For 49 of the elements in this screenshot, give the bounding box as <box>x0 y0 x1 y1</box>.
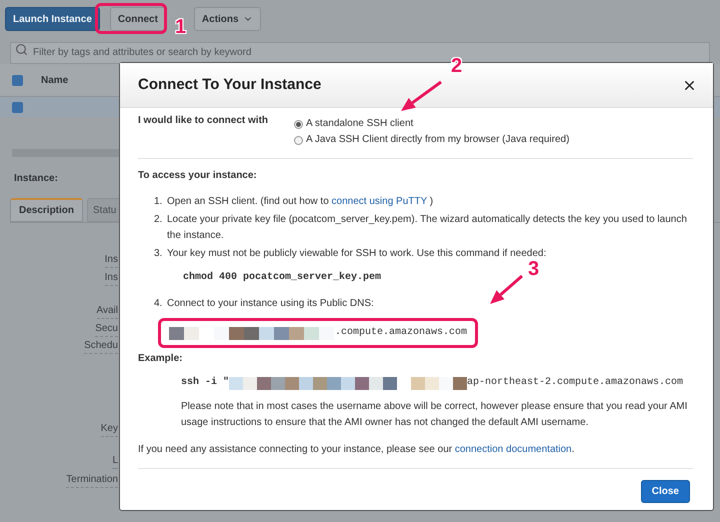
toolbar-button[interactable]: Connect <box>110 7 166 31</box>
dns-text: .compute.amazonaws.com <box>335 326 468 340</box>
radio-button[interactable] <box>294 120 304 128</box>
step-text: Locate your private key file (pocatcom_server_key.pem). The wizard automatically detects the key you used to launch the instance. <box>167 213 688 243</box>
instance-label: Instance: <box>14 172 58 186</box>
field-label: Ins <box>104 270 118 286</box>
field-label: Key <box>100 421 118 437</box>
step-number: 3. <box>154 247 164 261</box>
checkbox[interactable] <box>12 102 23 112</box>
tab[interactable]: Statu <box>87 198 122 222</box>
ami-note: Please note that in most cases the username above will be correct, however please ensure that you read your AMI usage instructions to ensure that the AMI owner has not changed the default AMI username. <box>181 400 688 430</box>
help-text: If you need any assistance connecting to your instance, please see our connection documentation. <box>138 443 576 457</box>
close-button[interactable]: Close <box>640 480 690 503</box>
step-number: 1. <box>154 195 164 209</box>
field-label: Ins <box>104 252 118 268</box>
field-label: Schedu <box>84 338 118 354</box>
arrow <box>401 80 442 111</box>
step-number: 2. <box>154 213 164 227</box>
highlight-frame <box>95 3 167 34</box>
putty-link[interactable]: connect using PuTTY <box>332 196 427 207</box>
scrollbar[interactable] <box>12 149 119 157</box>
field-label: L <box>112 453 118 469</box>
annotation-number: 1 <box>175 17 186 37</box>
annotation-number: 3 <box>528 259 540 279</box>
step-text: Connect to your instance using its Public DNS: <box>167 297 374 311</box>
section-heading: To access your instance: <box>138 169 258 183</box>
toolbar-button[interactable]: Launch Instance <box>5 7 100 31</box>
step-number: 4. <box>154 297 164 311</box>
ssh-command-host: ap-northeast-2.compute.amazonaws.com <box>467 376 684 390</box>
radio-option[interactable]: A standalone SSH client <box>294 116 570 132</box>
connect-prompt: I would like to connect with <box>138 114 268 128</box>
command-text: chmod 400 pocatcom_server_key.pem <box>183 270 382 285</box>
step-text: Your key must not be publicly viewable for SSH to work. Use this command if needed: <box>167 247 546 261</box>
actions-dropdown[interactable]: Actions <box>194 7 261 31</box>
example-heading: Example: <box>138 352 184 366</box>
column-header[interactable]: Name <box>41 72 68 88</box>
arrow <box>490 274 523 304</box>
ssh-command-start: ssh -i " <box>181 376 230 390</box>
documentation-link[interactable]: connection documentation <box>454 444 572 455</box>
field-label: Secu <box>95 321 118 337</box>
field-label: Termination <box>66 472 118 488</box>
radio-option[interactable]: A Java SSH Client directly from my browser (Java required) <box>294 132 570 148</box>
search-icon <box>15 43 28 56</box>
field-label: Avail <box>96 303 118 319</box>
checkbox[interactable] <box>12 74 23 86</box>
radio-button[interactable] <box>294 136 304 144</box>
dialog-title: Connect To Your Instance <box>138 74 322 95</box>
step-text: Open an SSH client. (find out how to connect using PuTTY ) <box>167 195 434 209</box>
tab[interactable]: Description <box>10 198 84 222</box>
